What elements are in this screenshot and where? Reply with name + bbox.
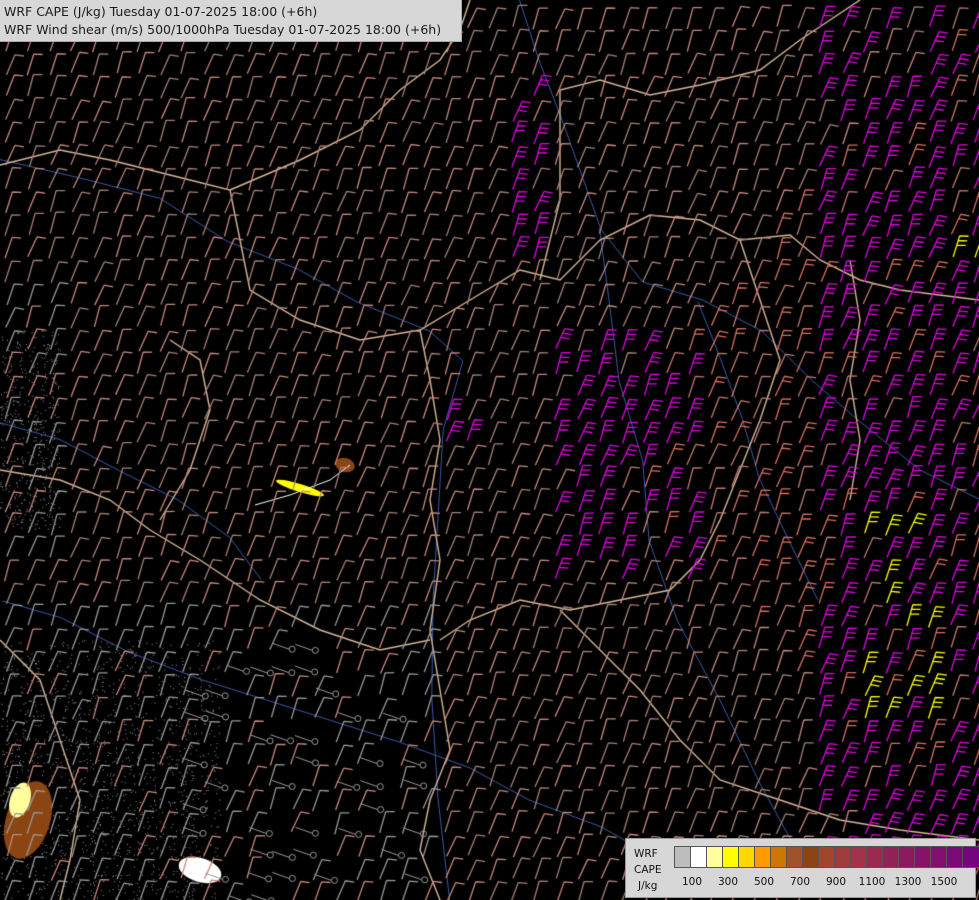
legend-model-label: WRF	[634, 848, 658, 860]
legend-tick-label: 700	[789, 876, 811, 888]
legend-swatch	[771, 847, 787, 867]
legend-swatch	[739, 847, 755, 867]
legend-swatch	[883, 847, 899, 867]
legend-swatch	[803, 847, 819, 867]
legend-swatch	[963, 847, 979, 867]
legend-tick-label: 900	[825, 876, 847, 888]
legend-tick-label: 500	[753, 876, 775, 888]
legend-unit-label: J/kg	[638, 880, 658, 892]
legend-tick-label: 100	[681, 876, 703, 888]
legend-swatch	[707, 847, 723, 867]
legend-color-bar	[674, 846, 979, 868]
legend-swatch	[755, 847, 771, 867]
legend-swatch	[723, 847, 739, 867]
legend-swatch	[947, 847, 963, 867]
legend-swatch	[675, 847, 691, 867]
legend-tick-label: 1500	[930, 876, 958, 888]
cape-legend: WRF CAPE J/kg 100 300 500 700 900 1100 1300 150…	[625, 838, 979, 898]
legend-swatch	[899, 847, 915, 867]
legend-tick-label: 1300	[894, 876, 922, 888]
legend-swatch	[835, 847, 851, 867]
legend-swatch	[691, 847, 707, 867]
legend-swatch	[931, 847, 947, 867]
legend-swatch	[787, 847, 803, 867]
shear-title: WRF Wind shear (m/s) 500/1000hPa Tuesday…	[4, 22, 442, 37]
legend-swatch	[819, 847, 835, 867]
legend-swatch	[851, 847, 867, 867]
legend-swatch	[915, 847, 931, 867]
legend-tick-label: 1100	[858, 876, 886, 888]
cape-title: WRF CAPE (J/kg) Tuesday 01-07-2025 18:00…	[4, 4, 318, 19]
legend-tick-label: 300	[717, 876, 739, 888]
legend-swatch	[867, 847, 883, 867]
map-header: WRF CAPE (J/kg) Tuesday 01-07-2025 18:00…	[0, 0, 462, 42]
weather-map	[0, 0, 979, 900]
legend-field-label: CAPE	[634, 864, 662, 876]
